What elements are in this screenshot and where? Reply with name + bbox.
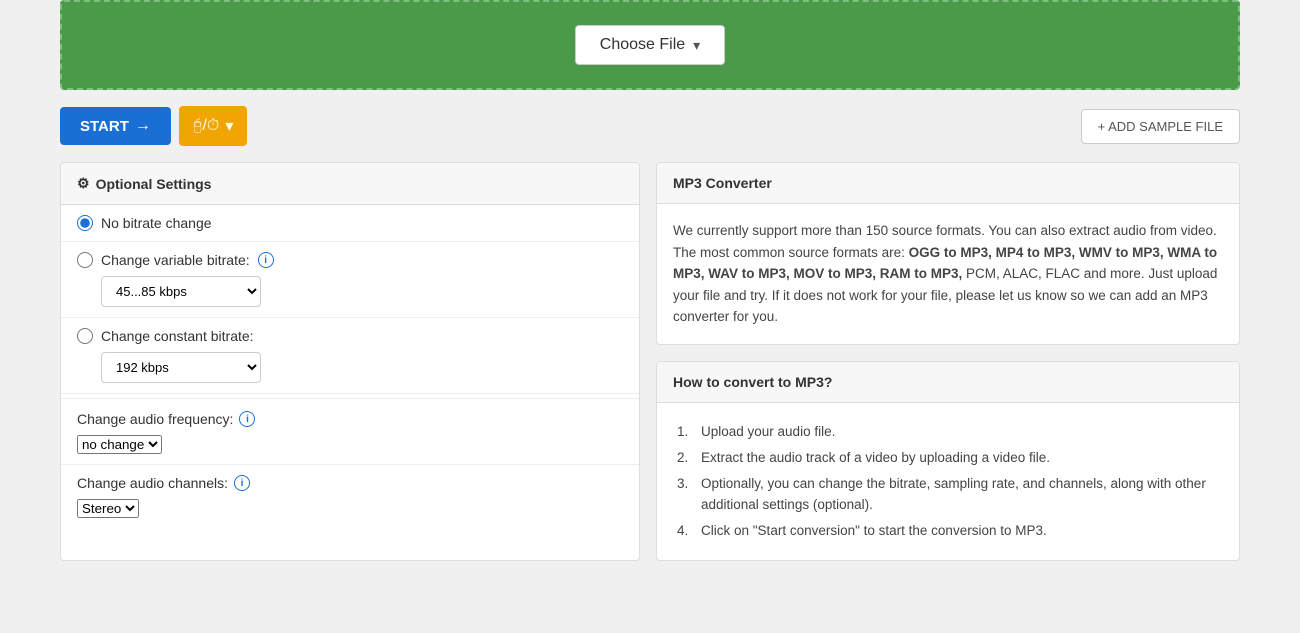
audio-channels-label-row: Change audio channels: i [77,475,623,491]
add-sample-label: + ADD SAMPLE FILE [1098,119,1223,134]
audio-frequency-info-icon[interactable]: i [239,411,255,427]
radio-variable-bitrate: Change variable bitrate: i 45...85 kbps … [61,242,639,318]
radio-variable-bitrate-label[interactable]: Change variable bitrate: i [77,252,623,268]
radio-no-bitrate-label[interactable]: No bitrate change [77,215,623,231]
options-chevron: ▾ [225,116,233,136]
audio-channels-select-row: Stereo Mono [77,499,623,518]
start-button[interactable]: START → [60,107,171,145]
settings-panel-title: Optional Settings [96,176,212,192]
choose-file-label: Choose File [600,36,685,54]
radio-no-bitrate: No bitrate change [61,205,639,242]
radio-constant-bitrate-input[interactable] [77,328,93,344]
choose-file-button[interactable]: Choose File ▾ [575,25,725,65]
how-to-header: How to convert to MP3? [657,362,1239,403]
how-to-title: How to convert to MP3? [673,374,832,390]
toolbar-left: START → 🖯/⏱ ▾ [60,106,247,146]
list-item: 2.Extract the audio track of a video by … [677,445,1223,471]
constant-bitrate-select-row: 32 kbps 40 kbps 48 kbps 56 kbps 64 kbps … [101,352,623,383]
options-button[interactable]: 🖯/⏱ ▾ [179,106,248,146]
list-item: 4.Click on "Start conversion" to start t… [677,518,1223,544]
constant-bitrate-select[interactable]: 32 kbps 40 kbps 48 kbps 56 kbps 64 kbps … [101,352,261,383]
drop-zone[interactable]: Choose File ▾ [60,0,1240,90]
audio-frequency-select[interactable]: no change 8000 Hz 11025 Hz 16000 Hz 2205… [77,435,162,454]
audio-channels-section: Change audio channels: i Stereo Mono [61,465,639,528]
audio-frequency-select-row: no change 8000 Hz 11025 Hz 16000 Hz 2205… [77,435,623,454]
variable-bitrate-select-row: 45...85 kbps 65...85 kbps 85...110 kbps … [101,276,623,307]
how-to-list: 1.Upload your audio file. 2.Extract the … [673,419,1223,544]
options-icons: 🖯/⏱ [193,117,220,135]
radio-constant-bitrate-label[interactable]: Change constant bitrate: [77,328,623,344]
mp3-converter-body: We currently support more than 150 sourc… [657,204,1239,344]
settings-panel: Optional Settings No bitrate change Chan… [60,162,640,561]
radio-no-bitrate-input[interactable] [77,215,93,231]
audio-channels-label: Change audio channels: [77,475,228,491]
right-panel: MP3 Converter We currently support more … [656,162,1240,561]
mp3-converter-card: MP3 Converter We currently support more … [656,162,1240,345]
start-label: START [80,118,129,135]
gear-icon [77,175,90,192]
main-content: Optional Settings No bitrate change Chan… [0,162,1300,581]
mp3-converter-title: MP3 Converter [673,175,772,191]
audio-channels-info-icon[interactable]: i [234,475,250,491]
audio-channels-select[interactable]: Stereo Mono [77,499,139,518]
variable-bitrate-select[interactable]: 45...85 kbps 65...85 kbps 85...110 kbps … [101,276,261,307]
radio-variable-bitrate-text: Change variable bitrate: [101,252,250,268]
radio-variable-bitrate-input[interactable] [77,252,93,268]
choose-file-chevron: ▾ [693,37,700,54]
variable-bitrate-info-icon[interactable]: i [258,252,274,268]
toolbar: START → 🖯/⏱ ▾ + ADD SAMPLE FILE [0,90,1300,162]
radio-constant-bitrate-text: Change constant bitrate: [101,328,254,344]
toolbar-right: + ADD SAMPLE FILE [1081,109,1240,144]
audio-frequency-label-row: Change audio frequency: i [77,411,623,427]
how-to-card: How to convert to MP3? 1.Upload your aud… [656,361,1240,561]
mp3-converter-description: We currently support more than 150 sourc… [673,220,1223,328]
settings-panel-header: Optional Settings [61,163,639,205]
mp3-converter-header: MP3 Converter [657,163,1239,204]
audio-frequency-section: Change audio frequency: i no change 8000… [61,398,639,465]
start-arrow: → [135,117,151,135]
radio-constant-bitrate: Change constant bitrate: 32 kbps 40 kbps… [61,318,639,394]
radio-no-bitrate-text: No bitrate change [101,215,212,231]
audio-frequency-label: Change audio frequency: [77,411,233,427]
list-item: 1.Upload your audio file. [677,419,1223,445]
add-sample-button[interactable]: + ADD SAMPLE FILE [1081,109,1240,144]
how-to-body: 1.Upload your audio file. 2.Extract the … [657,403,1239,560]
list-item: 3.Optionally, you can change the bitrate… [677,471,1223,518]
